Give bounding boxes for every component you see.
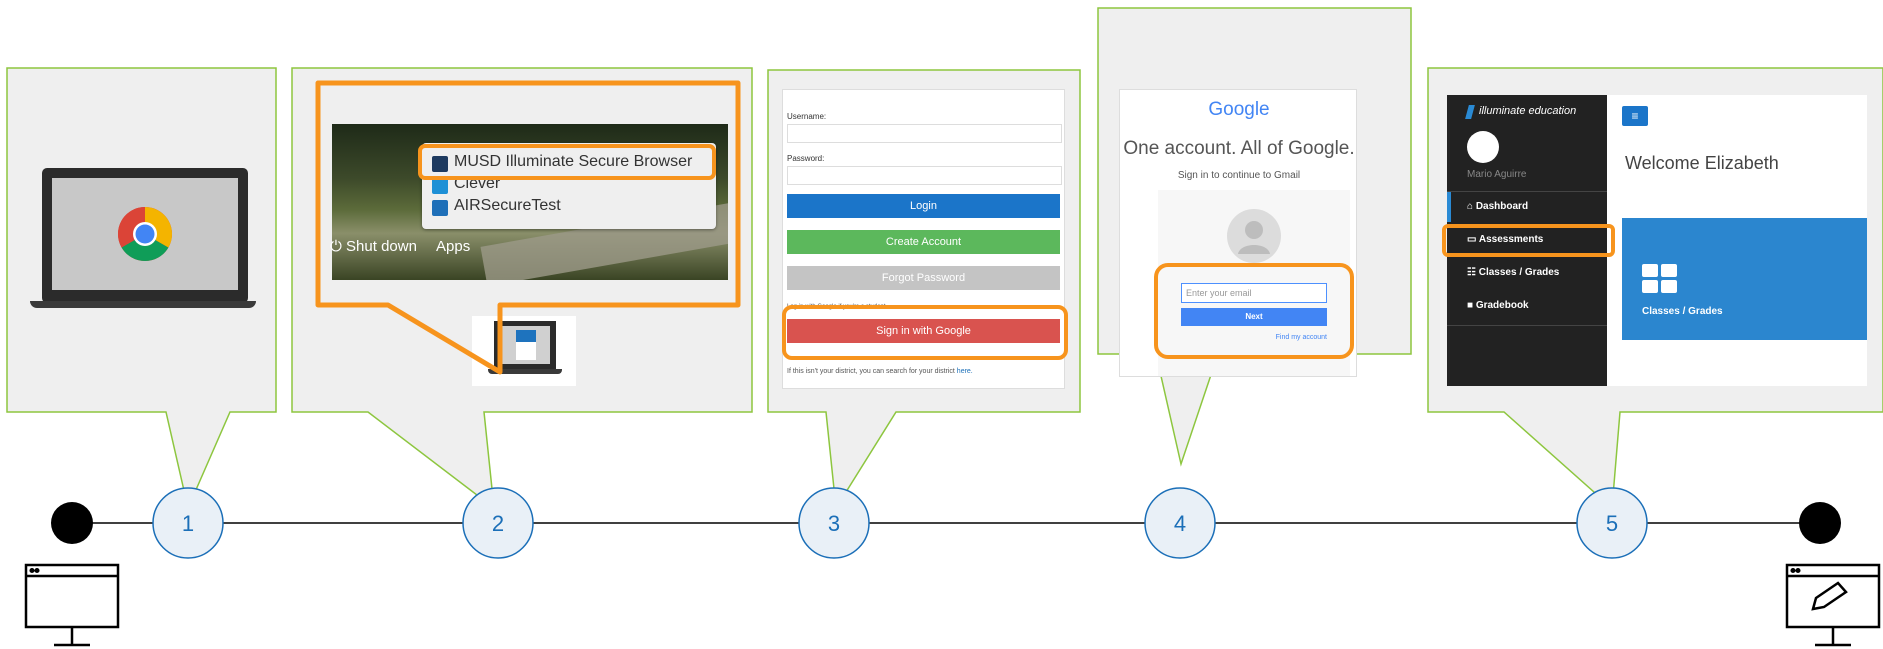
sidebar-item-label: Dashboard — [1475, 201, 1529, 212]
sidebar-item-gradebook[interactable]: ■ Gradebook — [1467, 300, 1529, 311]
clever-icon — [432, 178, 448, 194]
sidebar-divider — [1447, 191, 1607, 192]
sidebar-item-label: Assessments — [1478, 234, 1544, 245]
step-number: 2 — [492, 511, 504, 536]
laptop-thumbnail-screen — [494, 321, 556, 369]
step-marker-3: 3 — [798, 487, 870, 559]
sidebar-divider — [1447, 325, 1607, 326]
shutdown-label: Shut down — [346, 238, 417, 255]
air-secure-test-icon — [432, 200, 448, 216]
chromebook-display — [52, 178, 238, 290]
timeline-start-dot — [51, 502, 93, 544]
google-subline: Sign in to continue to Gmail — [1177, 170, 1301, 181]
login-form: Username: Password: Login Create Account… — [782, 89, 1065, 389]
google-logo: Google — [1120, 99, 1358, 121]
laptop-thumbnail-base — [488, 369, 562, 374]
user-name[interactable]: Mario Aguirre — [1467, 169, 1526, 180]
sidebar-item-classes-grades[interactable]: ☷ Classes / Grades — [1467, 267, 1559, 278]
dashboard-main: ≡ Welcome Elizabeth Classes / Grades — [1607, 95, 1867, 386]
find-account-link[interactable]: Find my account — [1181, 334, 1327, 341]
step-number: 1 — [182, 511, 194, 536]
home-icon: ⌂ — [1467, 201, 1474, 212]
sidebar-item-label: Classes / Grades — [1478, 267, 1560, 278]
edit-monitor-icon — [1785, 563, 1881, 647]
chrome-icon[interactable] — [117, 206, 173, 262]
google-form-box: Enter your email Next Find my account — [1158, 190, 1350, 376]
menu-toggle-icon[interactable]: ≡ — [1622, 106, 1648, 126]
step-number: 4 — [1174, 511, 1186, 536]
step-number: 5 — [1606, 511, 1618, 536]
forgot-password-button[interactable]: Forgot Password — [787, 266, 1060, 290]
classes-grades-tile[interactable]: Classes / Grades — [1622, 218, 1867, 340]
step-marker-2: 2 — [462, 487, 534, 559]
step-marker-1: 1 — [152, 487, 224, 559]
tile-label: Classes / Grades — [1642, 306, 1723, 317]
dashboard-sidebar: illuminate education Mario Aguirre ⌂ Das… — [1447, 95, 1607, 386]
illuminate-logo-icon — [1465, 105, 1475, 119]
timeline-end-dot — [1799, 502, 1841, 544]
password-input[interactable] — [787, 166, 1062, 185]
avatar[interactable] — [1467, 131, 1499, 163]
sidebar-item-dashboard[interactable]: ⌂ Dashboard — [1467, 201, 1528, 212]
brand-name: illuminate education — [1479, 105, 1577, 117]
district-link[interactable]: here. — [957, 368, 973, 375]
chromebook-base — [30, 301, 256, 308]
sidebar-item-label: Gradebook — [1475, 300, 1529, 311]
grid-icon: ☷ — [1467, 267, 1476, 278]
secure-browser-window-icon — [516, 330, 536, 360]
grid-icon — [1642, 264, 1677, 293]
sign-in-with-google-button[interactable]: Sign in with Google — [787, 319, 1060, 343]
active-indicator — [1447, 192, 1451, 222]
chromebook-screen — [42, 168, 248, 303]
username-input[interactable] — [787, 124, 1062, 143]
laptop-thumbnail-display — [500, 326, 550, 364]
shutdown-button[interactable]: ⏻ Shut down — [330, 238, 417, 255]
step-marker-5: 5 — [1576, 487, 1648, 559]
sidebar-item-assessments[interactable]: ▭ Assessments — [1467, 234, 1543, 245]
power-icon: ⏻ — [330, 238, 342, 255]
google-note: Log in with Google if you're a student. — [787, 304, 888, 310]
step-number: 3 — [828, 511, 840, 536]
window-header — [516, 330, 536, 342]
book-icon: ■ — [1467, 300, 1474, 311]
google-headline: One account. All of Google. — [1123, 138, 1355, 159]
apps-button[interactable]: Apps — [436, 238, 470, 255]
menu-item-secure-browser[interactable]: MUSD Illuminate Secure Browser — [454, 153, 692, 171]
avatar-icon — [1227, 209, 1281, 263]
menu-item-airsecuretest[interactable]: AIRSecureTest — [454, 197, 561, 215]
password-label: Password: — [787, 154, 825, 163]
secure-browser-icon — [432, 156, 448, 172]
next-button[interactable]: Next — [1181, 308, 1327, 326]
menu-item-clever[interactable]: Clever — [454, 175, 500, 193]
district-note: If this isn't your district, you can sea… — [787, 368, 973, 375]
desktop-monitor-icon — [24, 563, 120, 647]
welcome-heading: Welcome Elizabeth — [1625, 153, 1779, 173]
step-marker-4: 4 — [1144, 487, 1216, 559]
google-signin-card: Google One account. All of Google. Sign … — [1119, 89, 1357, 377]
email-input[interactable]: Enter your email — [1181, 283, 1327, 303]
login-button[interactable]: Login — [787, 194, 1060, 218]
username-label: Username: — [787, 112, 827, 121]
district-note-text: If this isn't your district, you can sea… — [787, 368, 955, 375]
create-account-button[interactable]: Create Account — [787, 230, 1060, 254]
app-menu: MUSD Illuminate Secure Browser Clever AI… — [422, 143, 716, 229]
laptop-thumbnail — [472, 316, 576, 386]
laptop-icon: ▭ — [1467, 234, 1477, 245]
google-logo-text: Google — [1208, 99, 1270, 120]
